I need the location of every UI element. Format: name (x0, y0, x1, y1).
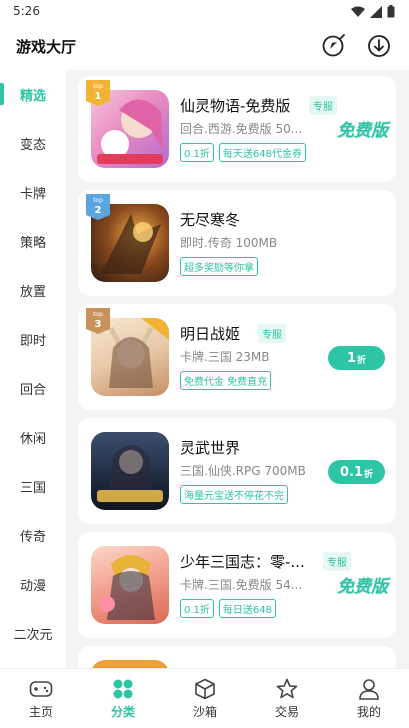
game-card[interactable]: top 3 明日战姬 专服 卡牌.三国 23MB 免费代金 免费直充 1折 (78, 304, 396, 410)
discount-value: 1 (346, 350, 357, 366)
sidebar-item-casual[interactable]: 休闲 (0, 413, 66, 462)
game-card[interactable]: 少年三国志：零-... 专服 卡牌.三国.免费版 54... 0.1折 每日送6… (78, 532, 396, 638)
page-title: 游戏大厅 (16, 38, 77, 56)
svg-text:1: 1 (95, 91, 102, 102)
game-card[interactable]: top 1 仙灵物语-免费版 专服 回合.西游.免费版 50... 0.1折 每… (78, 76, 396, 182)
bottom-tab-bar: 主页 分类 沙箱 交易 我的 (0, 668, 409, 728)
game-tag: 每天送648代金券 (218, 143, 306, 162)
game-meta: 即时.传奇 100MB (180, 236, 278, 250)
game-name: 灵武世界 (180, 439, 241, 457)
sidebar-item-acg[interactable]: 二次元 (0, 609, 66, 658)
sidebar-item-idle[interactable]: 放置 (0, 266, 66, 315)
gamepad-icon (29, 681, 53, 697)
profile-icon (359, 679, 379, 700)
game-name: 少年三国志：零-... (180, 553, 305, 571)
svg-text:top: top (93, 311, 103, 318)
category-icon (113, 679, 133, 699)
tab-label: 我的 (356, 705, 381, 719)
discount-unit: 折 (364, 470, 374, 480)
rank-badge-icon: top 1 (86, 80, 110, 106)
game-tag: 海量元宝送不停花不完 (180, 485, 288, 504)
game-icon (91, 432, 169, 510)
special-server-badge: 专服 (323, 552, 351, 571)
tab-label: 交易 (274, 705, 299, 719)
game-tag: 免费代金 免费直充 (180, 371, 272, 390)
game-art (97, 445, 163, 502)
tab-label: 沙箱 (192, 705, 217, 719)
game-card[interactable]: top 2 无尽寒冬 即时.传奇 100MB 超多奖励等你拿 (78, 190, 396, 296)
sidebar-item-bt[interactable]: 变态 (0, 119, 66, 168)
game-art (99, 555, 155, 620)
free-version-badge[interactable]: 免费版 (337, 116, 388, 141)
app-header: 游戏大厅 (0, 24, 409, 68)
svg-text:top: top (93, 83, 103, 90)
game-meta: 卡牌.三国.免费版 54... (180, 578, 303, 592)
tab-category[interactable]: 分类 (82, 669, 164, 728)
status-bar: 5:26 (0, 0, 409, 24)
trade-icon (276, 678, 298, 699)
game-card[interactable]: 灵武世界 三国.仙侠.RPG 700MB 海量元宝送不停花不完 0.1 折 (78, 418, 396, 524)
tab-label: 分类 (110, 705, 135, 719)
discount-button[interactable]: 1折 (328, 346, 385, 370)
category-sidebar: 精选 变态 卡牌 策略 放置 即时 回合 休闲 三国 传奇 动漫 二次元 (0, 70, 66, 668)
game-name: 仙灵物语-免费版 (180, 97, 291, 115)
tab-sandbox[interactable]: 沙箱 (164, 669, 246, 728)
game-icon (91, 660, 169, 668)
sidebar-item-turn-based[interactable]: 回合 (0, 364, 66, 413)
game-tag: 0.1折 (180, 599, 214, 618)
game-meta: 三国.仙侠.RPG 700MB (180, 464, 306, 478)
status-time: 5:26 (13, 4, 40, 18)
game-tag: 0.1折 (180, 143, 214, 162)
svg-text:3: 3 (95, 319, 102, 330)
sidebar-item-anime[interactable]: 动漫 (0, 560, 66, 609)
sidebar-item-realtime[interactable]: 即时 (0, 315, 66, 364)
discount-button[interactable]: 0.1 折 (328, 460, 385, 484)
special-server-badge: 专服 (309, 96, 337, 115)
sidebar-item-legend[interactable]: 传奇 (0, 511, 66, 560)
signal-icon (370, 5, 382, 18)
sidebar-item-card[interactable]: 卡牌 (0, 168, 66, 217)
svg-text:top: top (93, 197, 103, 204)
tab-profile[interactable]: 我的 (328, 669, 409, 728)
rank-badge-icon: top 2 (86, 194, 110, 220)
discount-unit: 折 (357, 356, 367, 366)
game-meta: 卡牌.三国 23MB (180, 350, 270, 364)
game-icon (91, 546, 169, 624)
sidebar-item-featured[interactable]: 精选 (0, 70, 66, 119)
svg-text:2: 2 (95, 205, 102, 216)
discount-value: 0.1 (339, 464, 363, 480)
game-name: 明日战姬 (180, 325, 241, 343)
sandbox-icon (195, 678, 215, 700)
rank-badge-icon: top 3 (86, 308, 110, 334)
download-icon[interactable] (366, 33, 392, 59)
tab-home[interactable]: 主页 (0, 669, 82, 728)
battery-icon (387, 5, 395, 18)
discover-icon[interactable] (321, 33, 347, 59)
special-server-badge: 专服 (258, 324, 286, 343)
sidebar-item-strategy[interactable]: 策略 (0, 217, 66, 266)
game-list: top 1 仙灵物语-免费版 专服 回合.西游.免费版 50... 0.1折 每… (66, 70, 409, 668)
tab-trade[interactable]: 交易 (246, 669, 328, 728)
game-name: 无尽寒冬 (180, 211, 241, 229)
free-version-badge[interactable]: 免费版 (337, 572, 388, 597)
sidebar-item-three-kingdoms[interactable]: 三国 (0, 462, 66, 511)
game-card[interactable] (78, 646, 396, 668)
game-tag: 超多奖励等你拿 (180, 257, 258, 276)
tab-label: 主页 (28, 705, 53, 719)
wifi-icon (351, 6, 365, 17)
game-meta: 回合.西游.免费版 50... (180, 122, 303, 136)
game-tag: 每日送648 (218, 599, 276, 618)
